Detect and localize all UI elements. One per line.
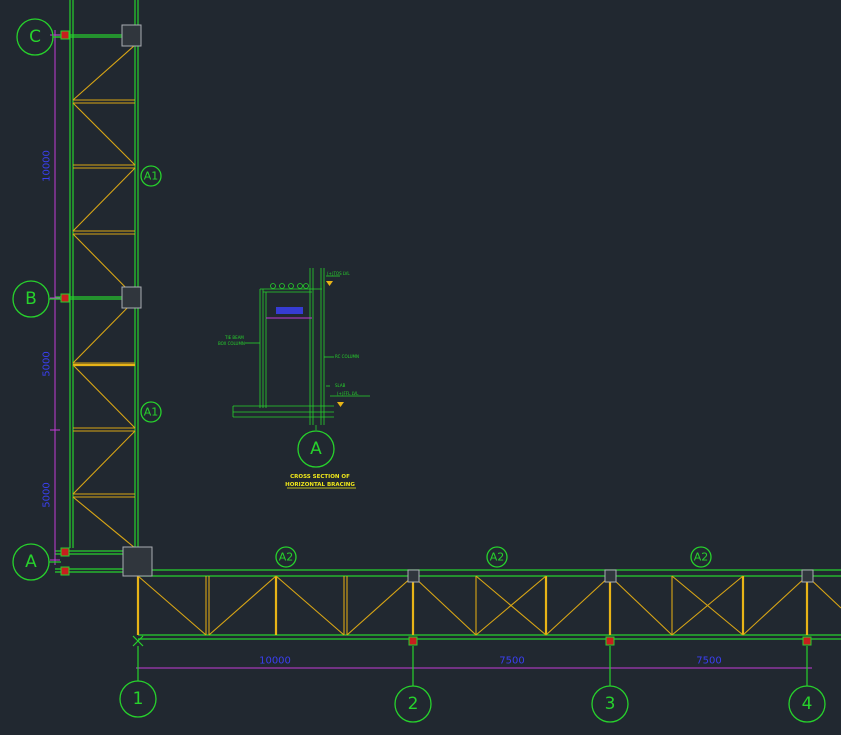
label-box-column: BOX COLUMN bbox=[218, 341, 245, 346]
box-column-c bbox=[121, 24, 142, 47]
grid-col-1: 1 bbox=[133, 689, 144, 709]
dim-horizontal-2: 7500 bbox=[499, 656, 524, 667]
tag-a1-upper: A1 bbox=[144, 170, 159, 183]
tag-a2-1: A2 bbox=[279, 551, 294, 564]
grid-col-4: 4 bbox=[802, 694, 813, 714]
dim-vertical-1: 10000 bbox=[42, 150, 53, 182]
tag-a2-3: A2 bbox=[694, 551, 709, 564]
box-column-2 bbox=[407, 569, 420, 583]
grid-row-a: A bbox=[25, 552, 37, 572]
dim-vertical-3: 5000 bbox=[42, 482, 53, 507]
dim-horizontal-1: 10000 bbox=[259, 656, 291, 667]
box-column-b bbox=[121, 286, 142, 309]
grid-row-c: C bbox=[29, 27, 41, 47]
tag-a2-2: A2 bbox=[490, 551, 505, 564]
dim-horizontal-3: 7500 bbox=[696, 656, 721, 667]
vertical-dimensions: 10000 5000 5000 bbox=[42, 30, 60, 565]
dim-vertical-2: 5000 bbox=[42, 351, 53, 376]
vertical-truss bbox=[55, 0, 139, 573]
bracing-tags[interactable]: A1 A1 A2 A2 A2 bbox=[140, 165, 712, 568]
box-column-corner bbox=[122, 546, 153, 577]
tag-a1-lower: A1 bbox=[144, 406, 159, 419]
cad-drawing-canvas[interactable]: 10000 5000 5000 10000 7500 7500 C B A 1 … bbox=[0, 0, 841, 735]
grid-bubbles-rows[interactable]: C B A bbox=[12, 18, 61, 581]
section-bubble: A bbox=[310, 439, 322, 459]
section-detail-a: (+)TOS LVL TIE BEAM BOX COLUMN RC COLUMN… bbox=[218, 268, 370, 489]
box-column-3 bbox=[604, 569, 617, 583]
section-title-line2: HORIZONTAL BRACING bbox=[285, 482, 355, 488]
label-tie-beam: TIE BEAM bbox=[224, 335, 244, 340]
horizontal-truss bbox=[136, 569, 841, 640]
grid-col-2: 2 bbox=[408, 694, 419, 714]
section-title-line1: CROSS SECTION OF bbox=[290, 474, 350, 480]
grid-col-3: 3 bbox=[605, 694, 616, 714]
label-rc-column: RC COLUMN bbox=[335, 354, 359, 359]
horizontal-dimensions: 10000 7500 7500 bbox=[136, 656, 812, 674]
label-slab: SLAB bbox=[335, 383, 346, 388]
grid-row-b: B bbox=[25, 289, 37, 309]
box-column-4 bbox=[801, 569, 814, 583]
label-ffl-level: (+)FFL LVL bbox=[337, 391, 359, 396]
label-top-level: (+)TOS LVL bbox=[327, 271, 350, 276]
